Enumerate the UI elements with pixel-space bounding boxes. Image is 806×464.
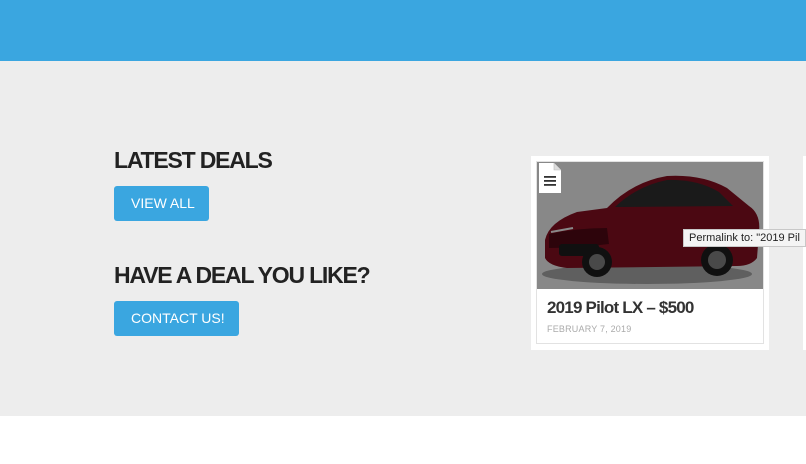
deal-card-date: FEBRUARY 7, 2019 bbox=[547, 324, 632, 334]
document-icon[interactable] bbox=[537, 162, 563, 194]
permalink-tooltip: Permalink to: "2019 Pil bbox=[683, 229, 806, 247]
latest-deals-heading: LATEST DEALS bbox=[114, 147, 273, 173]
view-all-button[interactable]: VIEW ALL bbox=[114, 186, 209, 221]
image-hover-overlay bbox=[537, 162, 763, 289]
deal-card[interactable]: 2019 Pilot LX – $500 FEBRUARY 7, 2019 bbox=[536, 161, 764, 344]
deal-card-image[interactable] bbox=[537, 162, 763, 289]
deal-card-title[interactable]: 2019 Pilot LX – $500 bbox=[547, 298, 694, 318]
have-a-deal-heading: HAVE A DEAL YOU LIKE? bbox=[114, 262, 371, 288]
contact-us-button[interactable]: CONTACT US! bbox=[114, 301, 239, 336]
top-header-bar bbox=[0, 0, 806, 61]
